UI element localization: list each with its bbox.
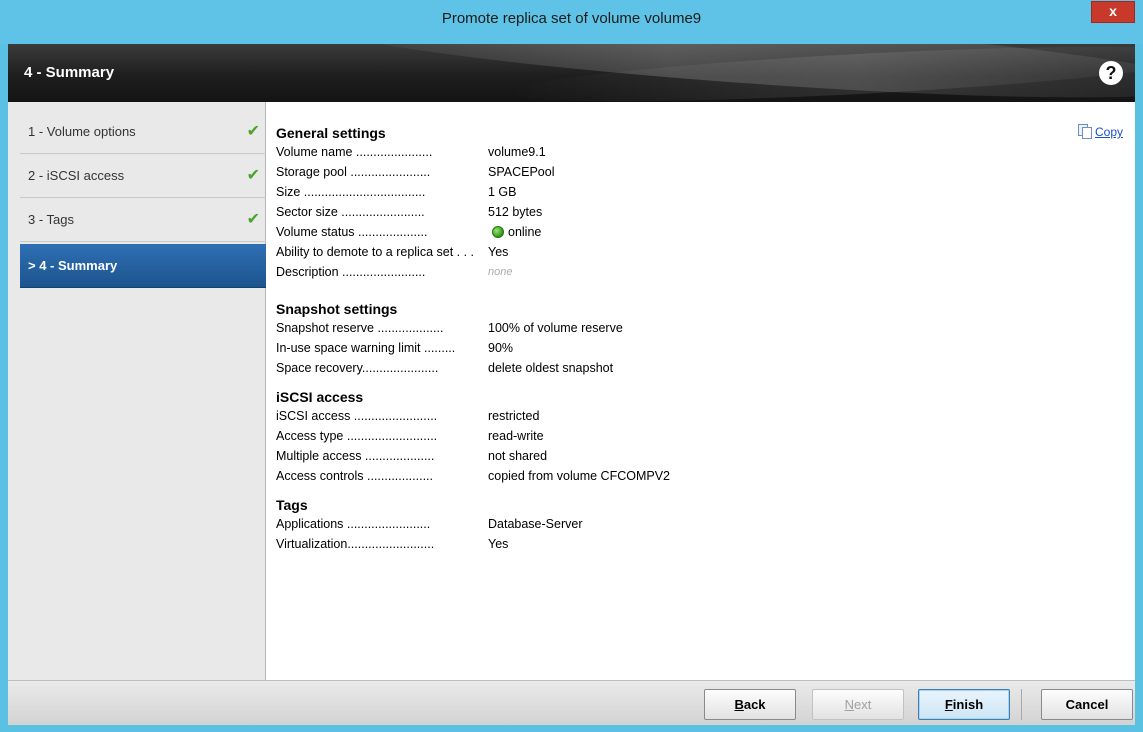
summary-row: Access controls ................... copie… [276, 466, 670, 486]
snapshot-settings-section: Snapshot settings Snapshot reserve .....… [276, 300, 623, 378]
close-button[interactable]: x [1091, 1, 1135, 23]
row-value: SPACEPool [488, 165, 555, 179]
back-label-rest: ack [743, 697, 766, 712]
step-title: 4 - Summary [24, 64, 115, 81]
summary-panel: Copy General settings Volume name ......… [267, 102, 1135, 680]
checkmark-icon: ✔ [246, 167, 260, 184]
finish-button[interactable]: Finish [918, 689, 1010, 720]
row-label: Storage pool ....................... [276, 165, 431, 179]
wizard-footer: Back Next Finish Cancel [8, 680, 1135, 725]
summary-row: Snapshot reserve ................... 100%… [276, 318, 623, 338]
copy-link[interactable]: Copy [1077, 124, 1123, 139]
summary-row: Space recovery...................... dele… [276, 358, 623, 378]
row-value: Yes [488, 245, 509, 259]
summary-row: Volume name ...................... volume… [276, 142, 554, 162]
summary-row: iSCSI access ........................ res… [276, 406, 670, 426]
row-value: online [508, 225, 542, 239]
row-value: delete oldest snapshot [488, 361, 614, 375]
row-value: read-write [488, 429, 544, 443]
row-value: 512 bytes [488, 205, 543, 219]
finish-label-rest: inish [952, 697, 984, 712]
general-settings-section: General settings Volume name ...........… [276, 124, 554, 282]
dialog-window: Promote replica set of volume volume9 x … [0, 0, 1143, 732]
summary-row: In-use space warning limit ......... 90% [276, 338, 623, 358]
row-value: Database-Server [488, 517, 583, 531]
next-button[interactable]: Next [812, 689, 904, 720]
section-title: General settings [276, 125, 386, 141]
row-label: iSCSI access ........................ [276, 409, 438, 423]
next-label-rest: ext [854, 697, 872, 712]
next-mnemonic: N [844, 697, 855, 712]
row-label: Applications ........................ [276, 517, 431, 531]
nav-step-iscsi-access[interactable]: 2 - iSCSI access ✔ [20, 154, 266, 198]
copy-icon [1077, 124, 1092, 139]
iscsi-access-section: iSCSI access iSCSI access ..............… [276, 388, 670, 486]
checkmark-icon: ✔ [246, 123, 260, 140]
copy-label: Copy [1094, 125, 1123, 139]
row-label: Size ................................... [276, 185, 426, 199]
nav-step-label: 3 - Tags [28, 212, 75, 227]
cancel-button[interactable]: Cancel [1041, 689, 1133, 720]
summary-row: Virtualization......................... Y… [276, 534, 583, 554]
row-value: volume9.1 [488, 145, 546, 159]
window-title: Promote replica set of volume volume9 [441, 10, 702, 27]
row-label: Ability to demote to a replica set . . . [276, 245, 475, 259]
button-divider [1021, 689, 1022, 720]
row-value: Yes [488, 537, 509, 551]
summary-row: Multiple access .................... not … [276, 446, 670, 466]
section-title: Tags [276, 497, 308, 513]
nav-step-label: 2 - iSCSI access [28, 168, 125, 183]
summary-row: Sector size ........................ 512 … [276, 202, 554, 222]
row-value: restricted [488, 409, 540, 423]
nav-step-label: 1 - Volume options [28, 124, 136, 139]
row-label: Multiple access .................... [276, 449, 435, 463]
row-label: Access controls ................... [276, 469, 433, 483]
row-label: Description ........................ [276, 265, 426, 279]
summary-row: Storage pool ....................... SPAC… [276, 162, 554, 182]
row-label: Snapshot reserve ................... [276, 321, 444, 335]
summary-row: Access type .......................... re… [276, 426, 670, 446]
nav-step-summary[interactable]: > 4 - Summary [20, 244, 266, 288]
row-value: 90% [488, 341, 514, 355]
title-bar[interactable]: Promote replica set of volume volume9 x [0, 0, 1143, 44]
summary-row: Ability to demote to a replica set . . .… [276, 242, 554, 262]
row-label: Virtualization......................... [276, 537, 435, 551]
section-title: iSCSI access [276, 389, 364, 405]
step-header: 4 - Summary ? [8, 44, 1135, 102]
back-mnemonic: B [734, 697, 744, 712]
summary-row: Description ........................ none [276, 262, 554, 282]
nav-step-tags[interactable]: 3 - Tags ✔ [20, 198, 266, 242]
row-value: copied from volume CFCOMPV2 [488, 469, 671, 483]
back-button[interactable]: Back [704, 689, 796, 720]
checkmark-icon: ✔ [246, 211, 260, 228]
row-label: Space recovery...................... [276, 361, 439, 375]
tags-section: Tags Applications ......................… [276, 496, 583, 554]
nav-step-label: > 4 - Summary [28, 258, 118, 273]
nav-step-volume-options[interactable]: 1 - Volume options ✔ [20, 110, 266, 154]
summary-row: Applications ........................ Dat… [276, 514, 583, 534]
row-value: not shared [488, 449, 548, 463]
row-value: 1 GB [488, 185, 517, 199]
row-label: Access type .......................... [276, 429, 438, 443]
row-label: Volume status .................... [276, 225, 428, 239]
finish-mnemonic: F [944, 697, 953, 712]
row-label: In-use space warning limit ......... [276, 341, 456, 355]
dialog-client: 4 - Summary ? 1 - Volume options ✔ 2 - i… [8, 44, 1135, 725]
section-title: Snapshot settings [276, 301, 398, 317]
row-value: 100% of volume reserve [488, 321, 623, 335]
help-icon[interactable]: ? [1099, 61, 1123, 85]
row-label: Volume name ...................... [276, 145, 433, 159]
row-value: none [488, 266, 513, 278]
row-label: Sector size ........................ [276, 205, 425, 219]
summary-row: Volume status .................... online [276, 222, 554, 242]
online-status-icon [492, 226, 504, 238]
wizard-steps-nav: 1 - Volume options ✔ 2 - iSCSI access ✔ … [8, 102, 266, 680]
summary-row: Size ...................................… [276, 182, 554, 202]
